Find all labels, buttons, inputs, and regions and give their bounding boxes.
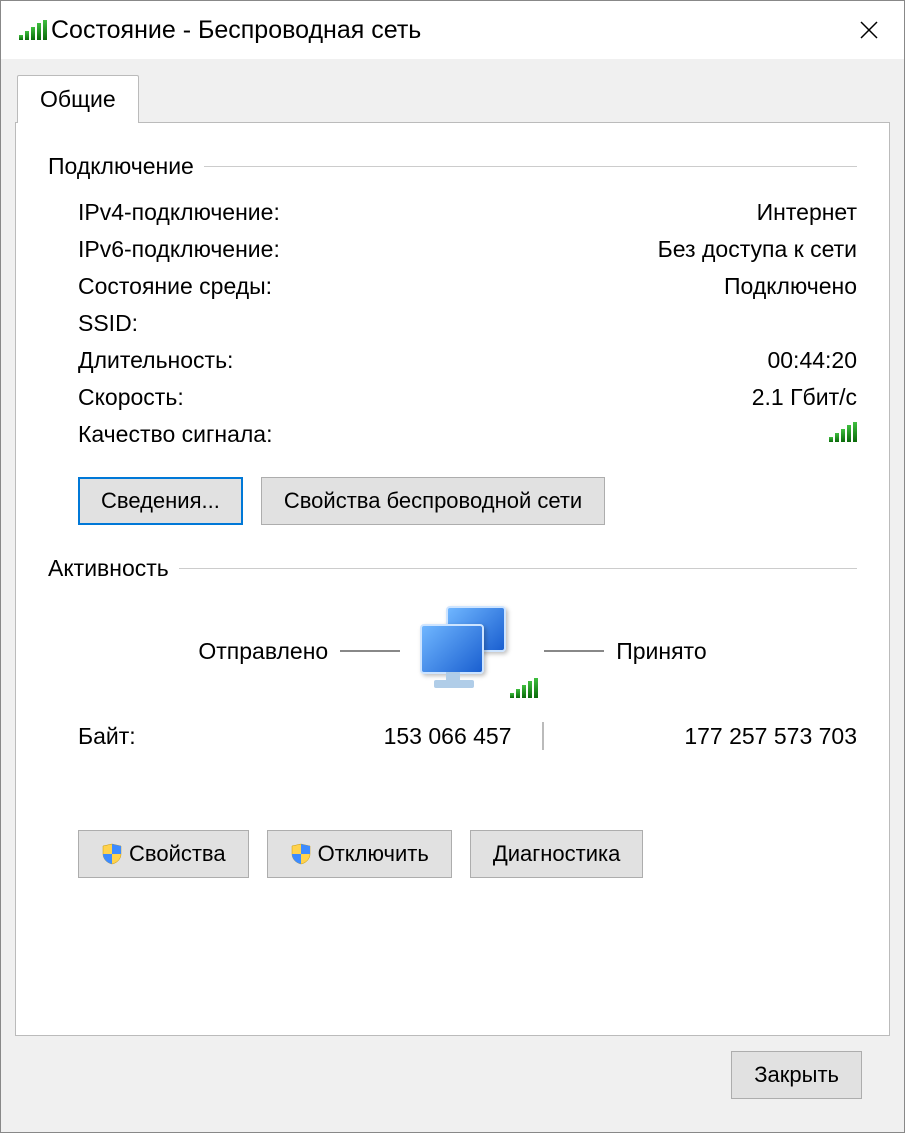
divider	[179, 568, 857, 569]
network-computers-icon	[412, 606, 532, 696]
disable-button-label: Отключить	[318, 841, 429, 867]
ssid-label: SSID:	[78, 310, 857, 337]
footer: Закрыть	[15, 1036, 890, 1114]
group-connection-label: Подключение	[48, 153, 194, 180]
tab-general[interactable]: Общие	[17, 75, 139, 123]
duration-value: 00:44:20	[767, 347, 857, 374]
row-signal: Качество сигнала:	[48, 416, 857, 453]
row-speed: Скорость: 2.1 Гбит/с	[48, 379, 857, 416]
wifi-signal-icon	[19, 20, 41, 40]
ipv4-label: IPv4-подключение:	[78, 199, 757, 226]
bytes-sent: 153 066 457	[228, 723, 542, 750]
bytes-received: 177 257 573 703	[544, 723, 858, 750]
diagnose-button[interactable]: Диагностика	[470, 830, 644, 878]
window-frame: Состояние - Беспроводная сеть Общие Подк…	[0, 0, 905, 1133]
wireless-properties-button[interactable]: Свойства беспроводной сети	[261, 477, 605, 525]
ipv6-label: IPv6-подключение:	[78, 236, 658, 263]
speed-label: Скорость:	[78, 384, 752, 411]
received-label: Принято	[616, 638, 706, 665]
media-label: Состояние среды:	[78, 273, 724, 300]
sent-label: Отправлено	[198, 638, 328, 665]
group-activity: Активность	[48, 555, 857, 582]
activity-graphic: Отправлено Принято	[48, 596, 857, 716]
ipv4-value: Интернет	[757, 199, 857, 226]
details-button[interactable]: Сведения...	[78, 477, 243, 525]
properties-button-label: Свойства	[129, 841, 226, 867]
action-button-row: Свойства Отключить Диагностика	[48, 806, 857, 888]
ipv6-value: Без доступа к сети	[658, 236, 857, 263]
signal-bars-icon	[829, 422, 857, 442]
dash-right	[544, 650, 604, 652]
client-area: Общие Подключение IPv4-подключение: Инте…	[1, 59, 904, 1132]
row-media: Состояние среды: Подключено	[48, 268, 857, 305]
disable-button[interactable]: Отключить	[267, 830, 452, 878]
media-value: Подключено	[724, 273, 857, 300]
row-ipv4: IPv4-подключение: Интернет	[48, 194, 857, 231]
close-icon[interactable]	[846, 7, 892, 53]
row-duration: Длительность: 00:44:20	[48, 342, 857, 379]
properties-button[interactable]: Свойства	[78, 830, 249, 878]
duration-label: Длительность:	[78, 347, 767, 374]
tab-panel: Подключение IPv4-подключение: Интернет I…	[15, 122, 890, 1036]
close-button[interactable]: Закрыть	[731, 1051, 862, 1099]
shield-icon	[101, 843, 123, 865]
shield-icon	[290, 843, 312, 865]
row-ssid: SSID:	[48, 305, 857, 342]
bytes-row: Байт: 153 066 457 177 257 573 703	[48, 716, 857, 756]
signal-value	[829, 421, 857, 448]
row-ipv6: IPv6-подключение: Без доступа к сети	[48, 231, 857, 268]
dash-left	[340, 650, 400, 652]
connection-button-row: Сведения... Свойства беспроводной сети	[48, 453, 857, 535]
tab-row: Общие	[15, 73, 890, 123]
divider	[204, 166, 857, 167]
speed-value: 2.1 Гбит/с	[752, 384, 857, 411]
window-title: Состояние - Беспроводная сеть	[51, 16, 846, 45]
bytes-label: Байт:	[78, 723, 228, 750]
group-connection: Подключение	[48, 153, 857, 180]
signal-label: Качество сигнала:	[78, 421, 829, 448]
titlebar: Состояние - Беспроводная сеть	[1, 1, 904, 59]
group-activity-label: Активность	[48, 555, 169, 582]
